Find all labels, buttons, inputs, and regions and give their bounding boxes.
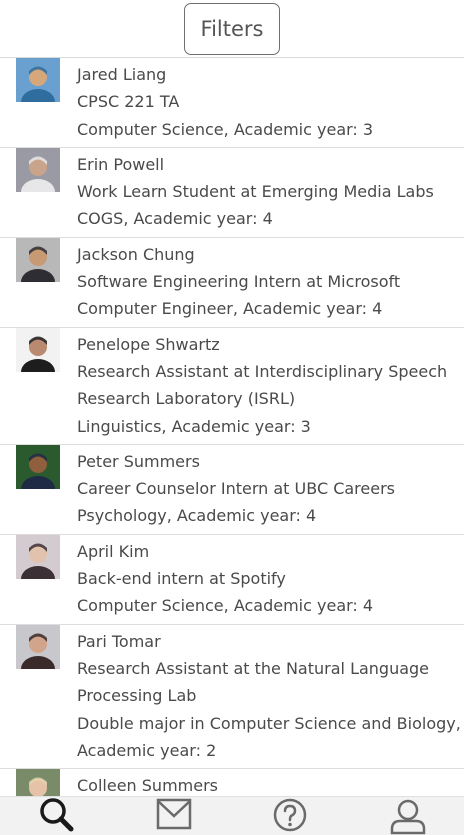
person-card[interactable]: Peter Summers Career Counselor Intern at … (0, 444, 464, 535)
mail-icon (156, 798, 192, 830)
person-card[interactable]: Jared Liang CPSC 221 TA Computer Science, … (0, 58, 464, 148)
person-program: Computer Engineer, Academic year: 4 (77, 299, 383, 319)
avatar (16, 327, 60, 372)
person-name: April Kim (77, 541, 150, 561)
nav-search[interactable] (27, 797, 87, 835)
person-role: CPSC 221 TA (77, 92, 180, 112)
person-name: Penelope Shwartz (77, 334, 220, 354)
bottom-nav (0, 796, 464, 835)
nav-help[interactable] (260, 797, 320, 835)
person-role: Research Assistant at Interdisciplinary … (77, 361, 448, 381)
person-role: Back-end intern at Spotify (77, 569, 286, 589)
avatar (16, 769, 60, 797)
filter-bar: Filters (0, 0, 464, 58)
person-program: Computer Science, Academic year: 3 (77, 119, 374, 139)
search-icon (40, 798, 74, 832)
nav-profile[interactable] (378, 797, 438, 835)
person-role-cont: Research Laboratory (ISRL) (77, 389, 296, 409)
person-program: Computer Science, Academic year: 4 (77, 596, 374, 616)
person-card[interactable]: Erin Powell Work Learn Student at Emergin… (0, 147, 464, 238)
people-list[interactable]: Jared Liang CPSC 221 TA Computer Science, … (0, 58, 464, 797)
person-name: Jared Liang (77, 65, 167, 84)
person-name: Peter Summers (77, 451, 200, 471)
person-card[interactable]: Colleen SummersCommunications Assistant … (0, 769, 464, 797)
avatar (16, 147, 60, 192)
person-icon (390, 799, 426, 835)
person-program: Psychology, Academic year: 4 (77, 506, 317, 526)
person-program: Double major in Computer Science and Bio… (77, 713, 461, 733)
person-card[interactable]: Penelope Shwartz Research Assistant at In… (0, 327, 464, 445)
person-name: Erin Powell (77, 154, 165, 174)
person-card[interactable]: Pari Tomar Research Assistant at the Natu… (0, 624, 464, 770)
person-card[interactable]: Jackson Chung Software Engineering Intern… (0, 237, 464, 328)
person-program: Linguistics, Academic year: 3 (77, 416, 311, 436)
person-program-cont: Academic year: 2 (77, 740, 217, 760)
person-card[interactable]: April Kim Back-end intern at Spotify Compu… (0, 534, 464, 625)
avatar (16, 624, 60, 669)
person-role: Software Engineering Intern at Microsoft (77, 272, 401, 292)
person-role: Career Counselor Intern at UBC Careers (77, 479, 396, 499)
avatar (16, 534, 60, 579)
filters-button[interactable]: Filters (184, 3, 280, 55)
nav-messages[interactable] (144, 797, 204, 835)
help-icon (273, 798, 307, 832)
avatar (16, 58, 60, 102)
person-role: Work Learn Student at Emerging Media Lab… (77, 182, 434, 202)
avatar (16, 444, 60, 489)
person-name: Jackson Chung (77, 244, 195, 264)
person-program: COGS, Academic year: 4 (77, 209, 273, 229)
person-role: Research Assistant at the Natural Langua… (77, 658, 430, 678)
person-name: Pari Tomar (77, 631, 161, 651)
person-name: Colleen Summers (77, 776, 218, 796)
person-role-cont: Processing Lab (77, 686, 197, 706)
avatar (16, 237, 60, 282)
